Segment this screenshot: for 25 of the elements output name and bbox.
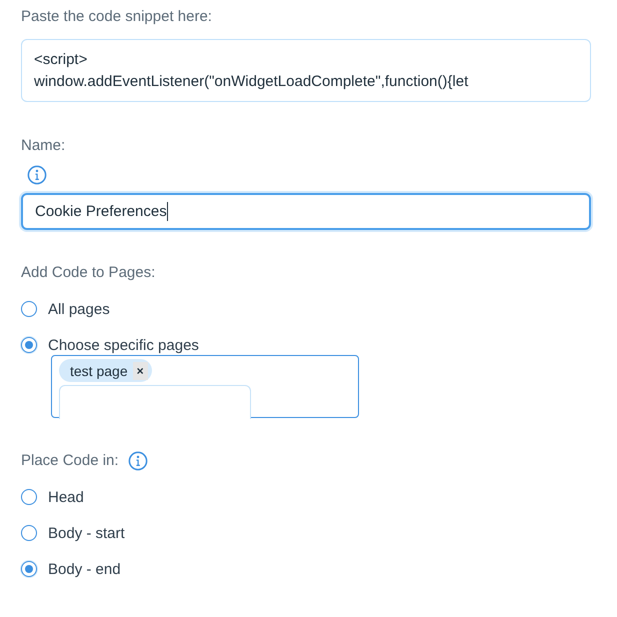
radio-label: Choose specific pages xyxy=(48,336,199,354)
radio-label: Body - end xyxy=(48,560,121,578)
radio-label: All pages xyxy=(48,300,110,318)
tag-label: test page xyxy=(70,362,128,378)
radio-label: Body - start xyxy=(48,524,125,542)
code-line: <script> xyxy=(34,50,88,70)
text-cursor xyxy=(166,202,168,221)
radio-button[interactable] xyxy=(21,337,37,353)
code-field[interactable]: <script> window.addEventListener("onWidgetLoadComplete",function(){let xyxy=(21,39,591,102)
remove-tag-button[interactable]: × xyxy=(132,362,148,380)
page-picker[interactable]: test page × xyxy=(51,355,359,418)
radio-button[interactable] xyxy=(21,489,37,505)
info-icon[interactable] xyxy=(27,165,47,185)
field-label: Paste the code snippet here: xyxy=(21,7,213,27)
name-field[interactable]: Cookie Preferences xyxy=(21,193,591,230)
code-line: window.addEventListener("onWidgetLoadComplete",function(){let xyxy=(34,72,470,92)
field-label: Name: xyxy=(21,136,66,156)
info-icon[interactable] xyxy=(128,451,148,471)
radio-label: Head xyxy=(48,488,84,506)
radio-button[interactable] xyxy=(21,301,37,317)
radio-button[interactable] xyxy=(21,525,37,541)
section-label: Place Code in: xyxy=(21,451,119,471)
radio-button[interactable] xyxy=(21,561,37,577)
section-label: Add Code to Pages: xyxy=(21,263,156,283)
page-search-input[interactable] xyxy=(59,385,251,419)
